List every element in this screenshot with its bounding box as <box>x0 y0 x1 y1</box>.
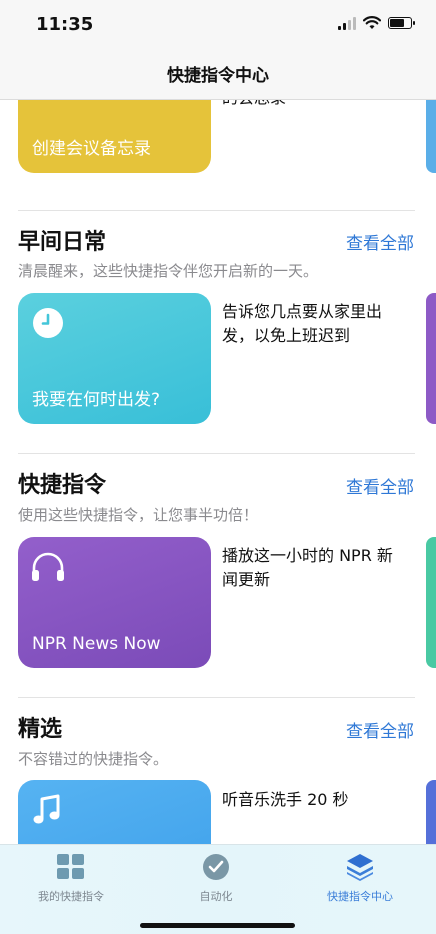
shortcut-card-npr-news[interactable]: NPR News Now <box>18 537 211 668</box>
see-all-link[interactable]: 查看全部 <box>346 229 414 254</box>
section-divider <box>18 210 415 211</box>
shortcut-card-title: NPR News Now <box>32 634 161 654</box>
tab-label: 自动化 <box>199 890 233 903</box>
home-indicator[interactable] <box>140 923 295 928</box>
next-card-peek[interactable] <box>426 293 436 424</box>
grid-icon <box>57 854 84 879</box>
tab-automation[interactable]: 自动化 <box>146 853 286 904</box>
status-time: 11:35 <box>36 14 94 35</box>
section-title: 早间日常 <box>18 230 107 255</box>
see-all-link[interactable]: 查看全部 <box>346 717 414 742</box>
section-subtitle: 使用这些快捷指令，让您事半功倍！ <box>18 506 259 524</box>
shortcut-card-description: 播放这一小时的 NPR 新闻更新 <box>222 546 393 589</box>
music-note-icon <box>33 794 60 824</box>
page-title: 快捷指令中心 <box>167 66 269 86</box>
section-subtitle: 清晨醒来，这些快捷指令伴您开启新的一天。 <box>18 262 319 280</box>
shortcut-card-description: 听音乐洗手 20 秒 <box>222 790 349 809</box>
wifi-icon <box>363 16 381 29</box>
gallery-scroll-area[interactable]: 创建会议备忘录 的会总录 早间日常 查看全部 清晨醒来，这些快捷指令伴您开启新的… <box>0 0 436 933</box>
status-icons <box>338 16 415 30</box>
tab-label: 快捷指令中心 <box>327 890 393 903</box>
tab-bar: 我的快捷指令 自动化 快捷指令中心 <box>0 844 436 934</box>
layers-icon <box>347 854 373 881</box>
navigation-bar: 快捷指令中心 <box>0 52 436 100</box>
section-title: 快捷指令 <box>18 473 107 498</box>
tab-my-shortcuts[interactable]: 我的快捷指令 <box>1 853 141 904</box>
section-divider <box>18 453 415 454</box>
cellular-signal-icon <box>338 16 356 30</box>
see-all-link[interactable]: 查看全部 <box>346 473 414 498</box>
shortcut-card-description: 告诉您几点要从家里出发，以免上班迟到 <box>222 302 383 345</box>
clock-icon <box>33 308 63 338</box>
tab-gallery[interactable]: 快捷指令中心 <box>290 853 430 904</box>
section-subtitle: 不容错过的快捷指令。 <box>18 750 169 768</box>
headphones-icon <box>32 552 64 581</box>
next-card-peek[interactable] <box>426 537 436 668</box>
tab-label: 我的快捷指令 <box>38 890 104 903</box>
status-bar: 11:35 <box>0 0 436 52</box>
section-title: 精选 <box>18 717 63 742</box>
shortcut-card-when-to-leave[interactable]: 我要在何时出发? <box>18 293 211 424</box>
shortcut-card-title: 创建会议备忘录 <box>32 139 151 159</box>
section-divider <box>18 697 415 698</box>
battery-icon <box>388 17 415 29</box>
shortcut-card-title: 我要在何时出发? <box>32 390 161 410</box>
clock-check-icon <box>203 854 229 880</box>
